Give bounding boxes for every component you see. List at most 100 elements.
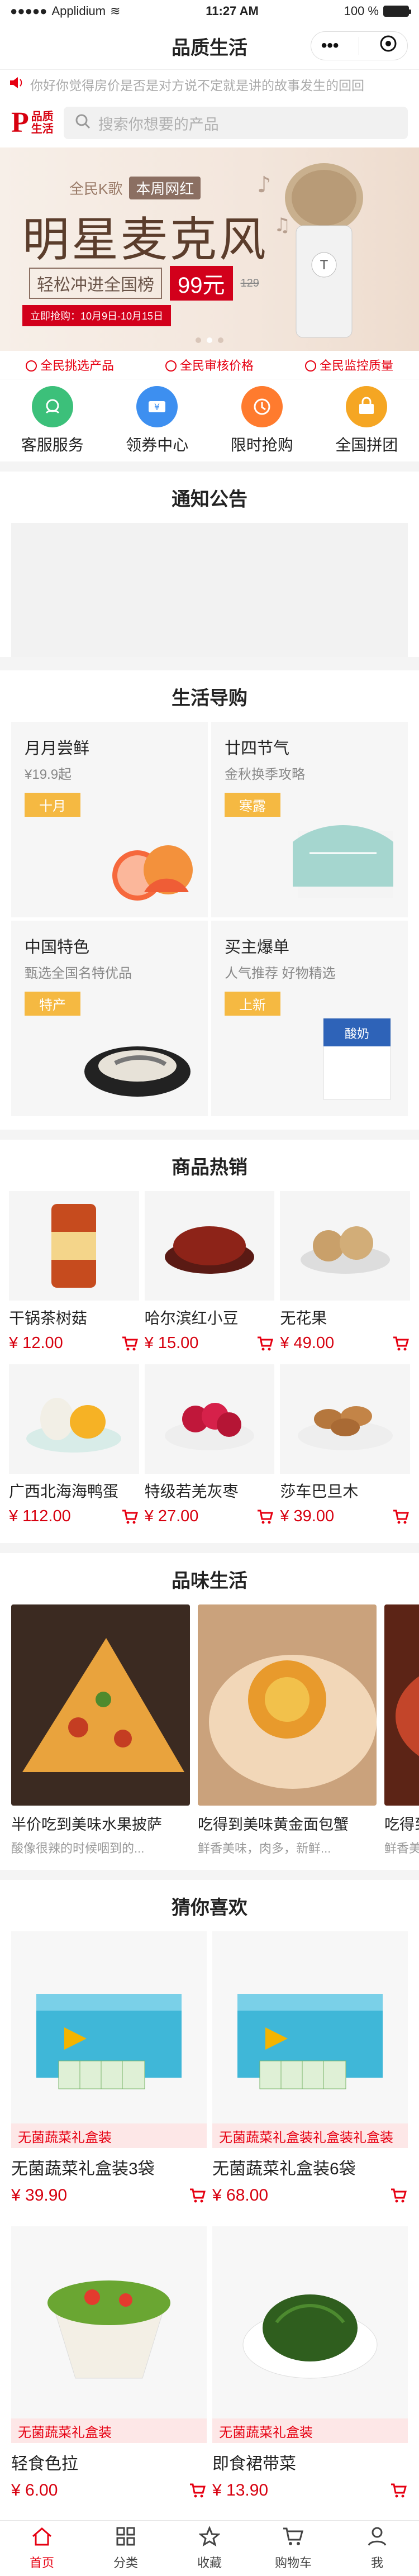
guess-card[interactable]: 无菌蔬菜礼盒装礼盒装礼盒装 无菌蔬菜礼盒装6袋 ¥ 68.00 [212, 1931, 408, 2221]
guide-desc: 人气推荐 好物精选 [225, 966, 336, 981]
product-image [144, 1191, 275, 1301]
add-to-cart-icon[interactable] [255, 1335, 274, 1352]
add-to-cart-icon[interactable] [255, 1508, 274, 1525]
brand-logo: P 品质生活 [11, 108, 54, 137]
guarantee-text: 全民挑选产品 [40, 359, 114, 373]
svg-text:酸奶: 酸奶 [345, 1027, 369, 1041]
banner-kicker-text: 全民K歌 [69, 180, 123, 197]
guess-section: 猜你喜欢 无菌蔬菜礼盒装 无菌蔬菜礼盒装3袋 ¥ 39.90 无菌蔬菜礼盒装礼盒装礼盒… [0, 1880, 419, 2527]
add-to-cart-icon[interactable] [389, 2187, 408, 2204]
product-price-row: ¥ 112.00 [9, 1507, 139, 1526]
product-card[interactable]: 无花果 ¥ 49.00 [280, 1191, 410, 1359]
guess-card[interactable]: 无菌蔬菜礼盒装 无菌蔬菜礼盒装3袋 ¥ 39.90 [11, 1931, 207, 2221]
hot-section: 商品热销 干锅茶树菇 ¥ 12.00 哈尔滨红小豆 ¥ 15.00 无花果 ¥ 49.00… [0, 1140, 419, 1543]
more-dots-icon[interactable]: ••• [321, 36, 339, 55]
tab-category[interactable]: 分类 [84, 2521, 168, 2576]
product-card[interactable]: 哈尔滨红小豆 ¥ 15.00 [144, 1191, 275, 1359]
guess-name: 无菌蔬菜礼盒装3袋 [11, 2160, 155, 2178]
taste-row: 半价吃到美味水果披萨 酸像很辣的时候咽到的... 吃得到美味黄金面包蟹 鲜香美味，肉多… [0, 1604, 419, 1870]
product-card[interactable]: 广西北海海鸭蛋 ¥ 112.00 [9, 1364, 139, 1532]
tab-user[interactable]: 我 [335, 2521, 419, 2576]
guess-card[interactable]: 无菌蔬菜礼盒装 即食裙带菜 ¥ 13.90 [212, 2226, 408, 2516]
quick-menu-label: 限时抢购 [230, 436, 293, 454]
product-card[interactable]: 特级若羌灰枣 ¥ 27.00 [144, 1364, 275, 1532]
product-price: ¥ 39.00 [280, 1507, 335, 1525]
guide-section: 生活导购 月月尝鲜 ¥19.9起 十月 廿四节气 金秋换季攻略 寒露 中国特色 甄选全国名特优… [0, 670, 419, 1130]
taste-image [384, 1604, 419, 1806]
product-price: ¥ 112.00 [9, 1507, 71, 1525]
product-price-row: ¥ 39.00 [280, 1507, 410, 1526]
guess-name: 轻食色拉 [11, 2455, 78, 2473]
product-card[interactable]: 莎车巴旦木 ¥ 39.00 [280, 1364, 410, 1532]
add-to-cart-icon[interactable] [391, 1508, 410, 1525]
product-name: 干锅茶树菇 [9, 1310, 88, 1327]
notice-section: 通知公告 [0, 472, 419, 657]
wifi-icon: ≋ [110, 4, 121, 18]
notice-marquee[interactable]: 你好你觉得房价是否是对方说不定就是讲的故事发生的回回 [0, 69, 419, 98]
add-to-cart-icon[interactable] [391, 1335, 410, 1352]
product-name: 广西北海海鸭蛋 [9, 1483, 119, 1500]
taste-desc: 酸像很辣的时候咽到的... [11, 1841, 145, 1855]
taste-desc: 鲜香美味 [384, 1841, 419, 1855]
taste-card[interactable]: 半价吃到美味水果披萨 酸像很辣的时候咽到的... [11, 1604, 190, 1856]
quick-menu: 客服服务 ¥ 领券中心 限时抢购 全国拼团 [0, 379, 419, 461]
banner-dot[interactable] [207, 337, 212, 343]
taste-image [11, 1604, 190, 1806]
product-price: ¥ 15.00 [144, 1334, 199, 1352]
svg-text:♪: ♪ [257, 172, 272, 198]
guess-price: ¥ 39.90 [11, 2186, 68, 2204]
star-icon [198, 2525, 221, 2550]
notice-text: 你好你觉得房价是否是对方说不定就是讲的故事发生的回回 [30, 78, 364, 93]
taste-card[interactable]: 吃得到鲜香美味 [384, 1604, 419, 1856]
tab-home[interactable]: 首页 [0, 2521, 84, 2576]
guide-card[interactable]: 月月尝鲜 ¥19.9起 十月 [11, 722, 208, 917]
guide-image: 酸奶 [315, 1007, 399, 1105]
banner-title: 明星麦克风 [22, 212, 269, 267]
product-image [144, 1364, 275, 1474]
quick-menu-label: 全国拼团 [335, 436, 398, 454]
guide-tag: 寒露 [225, 793, 280, 817]
section-title: 猜你喜欢 [172, 1897, 247, 1918]
taste-name: 半价吃到美味水果披萨 [11, 1816, 162, 1833]
taste-card[interactable]: 吃得到美味黄金面包蟹 鲜香美味，肉多，新鲜... [198, 1604, 377, 1856]
banner-price: 99元 [170, 266, 233, 301]
quick-menu-item[interactable]: 全国拼团 [335, 385, 398, 455]
guide-card[interactable]: 廿四节气金秋换季攻略寒露 [211, 722, 408, 917]
guess-image [11, 2226, 207, 2418]
guide-title: 廿四节气 [225, 740, 290, 758]
page-title: 品质生活 [172, 37, 247, 59]
quick-menu-item[interactable]: ¥ 领券中心 [126, 385, 189, 455]
add-to-cart-icon[interactable] [188, 2482, 207, 2499]
guess-label: 无菌蔬菜礼盒装 [212, 2418, 408, 2443]
banner-dot[interactable] [218, 337, 223, 343]
hot-grid: 干锅茶树菇 ¥ 12.00 哈尔滨红小豆 ¥ 15.00 无花果 ¥ 49.00 广西北海海… [0, 1191, 419, 1543]
group-buy-icon [346, 385, 388, 427]
banner-dot[interactable] [196, 337, 201, 343]
add-to-cart-icon[interactable] [389, 2482, 408, 2499]
product-name: 无花果 [280, 1310, 327, 1327]
quick-menu-label: 领券中心 [126, 436, 189, 454]
promo-banner[interactable]: 全民K歌 本周网红 明星麦克风 轻松冲进全国榜 99元 129 立即抢购：10月… [0, 147, 419, 351]
guide-card[interactable]: 中国特色 甄选全国名特优品 特产 [11, 921, 208, 1116]
tab-cart[interactable]: 购物车 [251, 2521, 335, 2576]
quick-menu-item[interactable]: 客服服务 [21, 385, 84, 455]
tab-star[interactable]: 收藏 [168, 2521, 251, 2576]
quick-menu-item[interactable]: 限时抢购 [230, 385, 293, 455]
guarantee-item: 全民挑选产品 [25, 356, 114, 374]
add-to-cart-icon[interactable] [120, 1335, 139, 1352]
product-price: ¥ 49.00 [280, 1334, 335, 1352]
search-input[interactable]: 搜索你想要的产品 [63, 107, 408, 139]
banner-kicker: 全民K歌 本周网红 [69, 177, 201, 199]
guide-desc: 金秋换季攻略 [225, 767, 305, 782]
banner-date: 立即抢购：10月9日-10月15日 [22, 305, 172, 326]
add-to-cart-icon[interactable] [188, 2187, 207, 2204]
target-icon[interactable] [379, 35, 397, 57]
product-card[interactable]: 干锅茶树菇 ¥ 12.00 [9, 1191, 139, 1359]
guess-image [212, 2226, 408, 2418]
category-icon [116, 2526, 136, 2550]
guarantee-row: 全民挑选产品 全民审核价格 全民监控质量 [0, 351, 419, 379]
guess-card[interactable]: 无菌蔬菜礼盒装 轻食色拉 ¥ 6.00 [11, 2226, 207, 2516]
add-to-cart-icon[interactable] [120, 1508, 139, 1525]
product-price-row: ¥ 15.00 [145, 1334, 275, 1353]
guide-card[interactable]: 买主爆单 人气推荐 好物精选 上新 酸奶 [211, 921, 408, 1116]
